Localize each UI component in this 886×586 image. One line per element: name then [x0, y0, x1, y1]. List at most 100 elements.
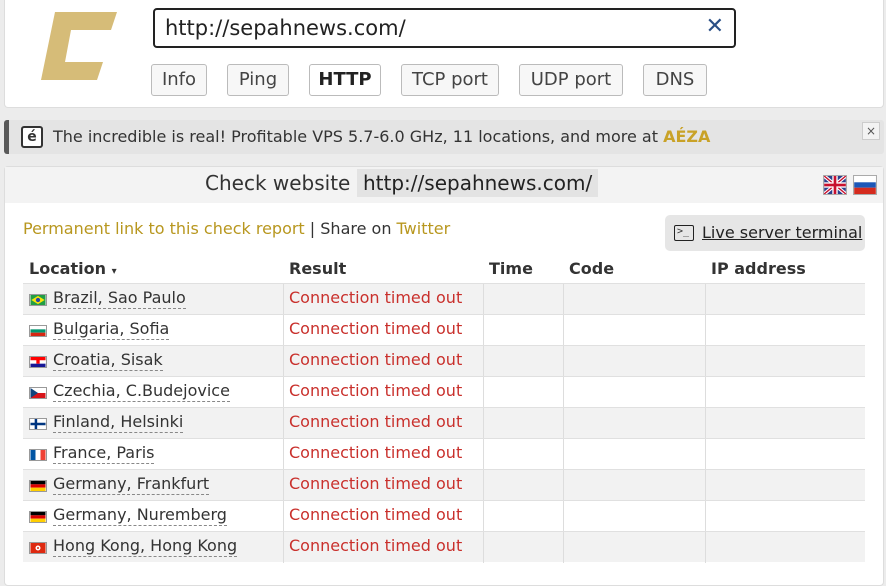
table-row: Czechia, C.Budejovice Connection timed ou… — [23, 376, 865, 408]
column-divider — [483, 284, 484, 315]
uk-flag-icon[interactable] — [823, 175, 847, 195]
table-row: France, Paris Connection timed out — [23, 438, 865, 470]
ad-banner: é The incredible is real! Profitable VPS… — [4, 120, 884, 154]
tab-udp-port[interactable]: UDP port — [519, 64, 623, 96]
result-cell: Connection timed out — [289, 536, 463, 555]
url-input-box[interactable]: http://sepahnews.com/ ✕ — [153, 8, 736, 48]
column-divider — [563, 284, 564, 315]
column-divider — [483, 408, 484, 439]
table-row: Finland, Helsinki Connection timed out — [23, 407, 865, 439]
column-divider — [705, 408, 706, 439]
twitter-link[interactable]: Twitter — [397, 219, 451, 238]
column-divider — [283, 501, 284, 532]
permalink-link[interactable]: Permanent link to this check report — [23, 219, 305, 238]
column-divider — [483, 501, 484, 532]
column-divider — [563, 532, 564, 563]
table-row: Croatia, Sisak Connection timed out — [23, 345, 865, 377]
column-divider — [283, 408, 284, 439]
column-divider — [483, 532, 484, 563]
aeza-badge-icon: é — [21, 126, 43, 148]
column-divider — [563, 377, 564, 408]
germany-flag-icon — [29, 511, 47, 523]
column-divider — [283, 532, 284, 563]
column-divider — [705, 532, 706, 563]
check-title: Check website — [205, 171, 351, 195]
result-cell: Connection timed out — [289, 319, 463, 338]
column-divider — [563, 439, 564, 470]
result-cell: Connection timed out — [289, 443, 463, 462]
column-divider — [705, 315, 706, 346]
report-links: Permanent link to this check report | Sh… — [23, 219, 450, 238]
sort-indicator-icon: ▾ — [111, 266, 117, 277]
location-link[interactable]: Bulgaria, Sofia — [53, 319, 170, 340]
column-divider — [705, 346, 706, 377]
table-row: Germany, Frankfurt Connection timed out — [23, 469, 865, 501]
result-cell: Connection timed out — [289, 412, 463, 431]
clear-icon[interactable]: ✕ — [706, 14, 724, 39]
result-cell: Connection timed out — [289, 474, 463, 493]
tab-http[interactable]: HTTP — [309, 64, 381, 96]
ip-header: IP address — [711, 259, 806, 278]
finland-flag-icon — [29, 418, 47, 430]
table-row: Brazil, Sao Paulo Connection timed out — [23, 283, 865, 315]
header: http://sepahnews.com/ ✕ Info Ping HTTP T… — [4, 0, 884, 108]
code-header: Code — [569, 259, 615, 278]
check-header: Check website http://sepahnews.com/ — [5, 167, 883, 203]
ru-flag-icon[interactable] — [853, 175, 877, 195]
check-panel: Check website http://sepahnews.com/ Perm… — [4, 166, 884, 586]
location-link[interactable]: Germany, Nuremberg — [53, 505, 227, 526]
column-divider — [705, 501, 706, 532]
column-divider — [283, 284, 284, 315]
column-divider — [563, 408, 564, 439]
location-link[interactable]: Finland, Helsinki — [53, 412, 184, 433]
location-link[interactable]: Croatia, Sisak — [53, 350, 163, 371]
column-divider — [483, 377, 484, 408]
column-divider — [283, 377, 284, 408]
column-divider — [705, 470, 706, 501]
tab-ping[interactable]: Ping — [227, 64, 289, 96]
link-separator: | — [304, 219, 321, 238]
terminal-label: Live server terminal — [702, 223, 863, 242]
table-row: Hong Kong, Hong Kong Connection timed out — [23, 531, 865, 563]
column-divider — [483, 470, 484, 501]
column-divider — [483, 346, 484, 377]
location-link[interactable]: Hong Kong, Hong Kong — [53, 536, 238, 557]
germany-flag-icon — [29, 480, 47, 492]
logo-icon[interactable] — [41, 12, 117, 80]
column-divider — [563, 501, 564, 532]
bulgaria-flag-icon — [29, 325, 47, 337]
tab-dns[interactable]: DNS — [643, 64, 707, 96]
ad-brand-link[interactable]: AÉZA — [663, 127, 710, 146]
url-input[interactable]: http://sepahnews.com/ — [165, 16, 406, 40]
live-terminal-button[interactable]: >_ Live server terminal — [665, 215, 865, 251]
result-header: Result — [289, 259, 347, 278]
column-divider — [483, 315, 484, 346]
croatia-flag-icon — [29, 356, 47, 368]
location-link[interactable]: Czechia, C.Budejovice — [53, 381, 230, 402]
column-divider — [283, 439, 284, 470]
france-flag-icon — [29, 449, 47, 461]
tab-info[interactable]: Info — [151, 64, 207, 96]
tab-tcp-port[interactable]: TCP port — [401, 64, 499, 96]
column-divider — [563, 470, 564, 501]
result-cell: Connection timed out — [289, 505, 463, 524]
terminal-icon: >_ — [674, 225, 694, 241]
column-divider — [705, 439, 706, 470]
result-cell: Connection timed out — [289, 381, 463, 400]
location-link[interactable]: France, Paris — [53, 443, 155, 464]
result-cell: Connection timed out — [289, 288, 463, 307]
result-cell: Connection timed out — [289, 350, 463, 369]
column-divider — [563, 346, 564, 377]
hongkong-flag-icon — [29, 542, 47, 554]
share-prefix: Share on — [320, 219, 397, 238]
column-divider — [283, 346, 284, 377]
column-divider — [483, 439, 484, 470]
ad-text: The incredible is real! Profitable VPS 5… — [53, 127, 710, 146]
ad-message: The incredible is real! Profitable VPS 5… — [53, 127, 664, 146]
ad-close-button[interactable]: × — [862, 122, 880, 140]
column-divider — [283, 315, 284, 346]
location-link[interactable]: Brazil, Sao Paulo — [53, 288, 186, 309]
location-link[interactable]: Germany, Frankfurt — [53, 474, 210, 495]
table-row: Germany, Nuremberg Connection timed out — [23, 500, 865, 532]
location-header[interactable]: Location ▾ — [29, 259, 117, 278]
